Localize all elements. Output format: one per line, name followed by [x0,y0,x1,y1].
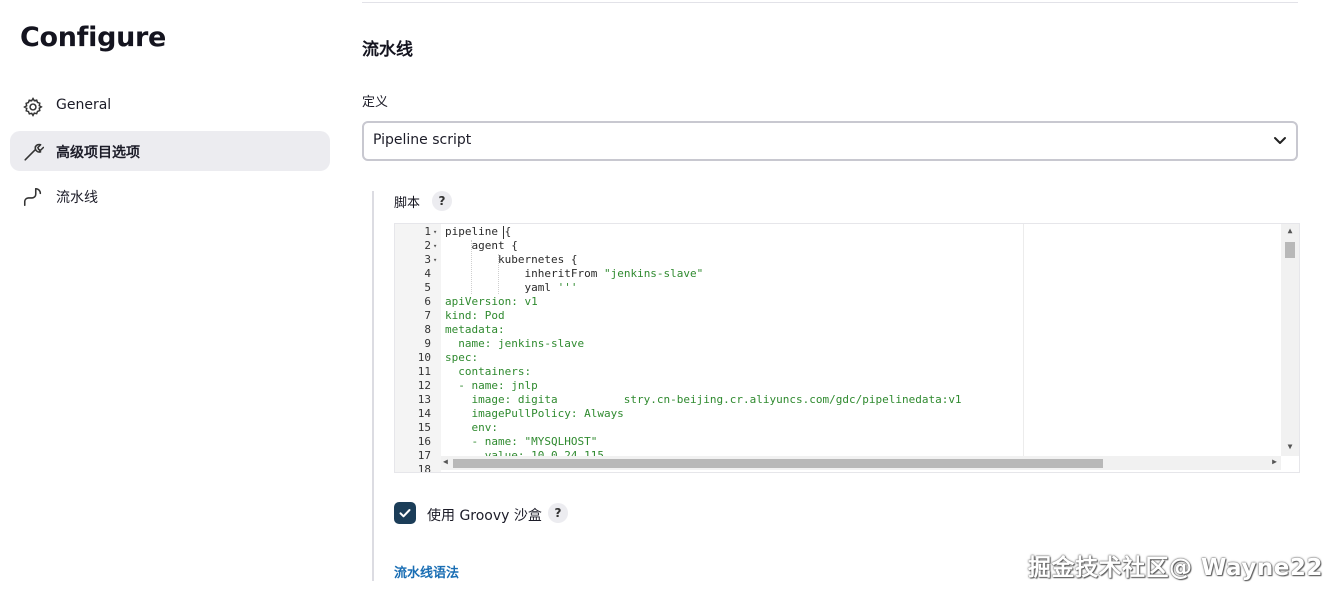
divider [362,2,1298,3]
line-number: 2 [424,239,431,252]
section-title: 流水线 [362,40,413,60]
code-text: containers: [445,365,532,378]
code-line: containers: [445,365,531,378]
vertical-scroll-thumb[interactable] [1285,242,1295,258]
code-text: kind: Pod [445,309,505,322]
code-line: kind: Pod [445,309,505,322]
code-editor[interactable]: 1 2 3 4 5 6 7 8 9 10 11 12 13 14 15 16 17 18 ▾ ▾ ▾ pipeline … [394,223,1300,473]
sidebar: Configure General 高级项目选项 流水线 [0,0,340,596]
line-number: 16 [417,435,431,448]
sidebar-item-advanced[interactable]: 高级项目选项 [10,131,330,171]
scroll-down-arrow-icon[interactable]: ▼ [1281,442,1299,451]
line-number: 7 [424,309,431,322]
code-line: - name: jnlp [445,379,538,392]
line-number: 5 [424,281,431,294]
code-text: imagePullPolicy: Always [445,407,624,420]
wrench-icon [24,143,44,161]
script-help-button[interactable]: ? [432,191,452,211]
code-line: inheritFrom "jenkins-slave" [445,267,703,280]
line-number: 10 [417,351,431,364]
gear-icon [23,97,43,117]
chevron-down-icon [1274,137,1286,144]
code-text: kubernetes { [445,253,578,266]
horizontal-scroll-thumb[interactable] [453,459,1103,468]
scroll-up-arrow-icon[interactable]: ▲ [1281,226,1299,235]
line-number: 8 [424,323,431,336]
page-title: Configure [20,22,167,53]
groovy-sandbox-checkbox[interactable] [394,502,416,524]
scroll-left-arrow-icon[interactable]: ◀ [443,457,448,466]
code-line: - name: "MYSQLHOST" [445,435,597,448]
scroll-right-arrow-icon[interactable]: ▶ [1272,457,1277,466]
line-number: 15 [417,421,431,434]
line-number: 9 [424,337,431,350]
fold-toggle-icon[interactable]: ▾ [433,242,437,250]
line-number-gutter: 1 2 3 4 5 6 7 8 9 10 11 12 13 14 15 16 17 18 ▾ ▾ ▾ [395,224,441,472]
definition-select-value: Pipeline script [373,132,472,148]
line-number: 3 [424,253,431,266]
code-text: pipeline { [445,225,512,238]
print-margin [1023,224,1024,456]
definition-select[interactable]: Pipeline script [362,121,1298,161]
vertical-scrollbar[interactable]: ▲ ▼ [1281,224,1299,456]
code-text: apiVersion: v1 [445,295,538,308]
sidebar-item-general[interactable]: General [10,86,330,126]
line-number: 11 [417,365,431,378]
line-number: 12 [417,379,431,392]
line-number: 17 [417,449,431,462]
code-area[interactable]: pipeline { agent { kubernetes { inheritF… [445,224,1281,464]
code-line: imagePullPolicy: Always [445,407,624,420]
code-text: - name: jnlp [445,379,538,392]
code-line: yaml ''' [445,281,577,294]
code-line: image: digita stry.cn-beijing.cr.aliyunc… [445,393,962,406]
code-text: image: digita stry.cn-beijing.cr.aliyunc… [445,393,962,406]
code-string: "jenkins-slave" [603,267,704,280]
section-indent-line [372,191,374,581]
sidebar-item-label: General [56,97,112,113]
watermark: 掘金技术社区@ Wayne22 [1028,555,1323,581]
code-string: ''' [557,281,578,294]
code-line: kubernetes { [445,253,577,266]
code-text: inheritFrom [445,267,604,280]
code-text: name: jenkins-slave [445,337,585,350]
groovy-sandbox-label: 使用 Groovy 沙盒 [427,508,542,524]
code-text: metadata: [445,323,505,336]
code-line: name: jenkins-slave [445,337,584,350]
code-text: spec: [445,351,479,364]
code-line: metadata: [445,323,505,336]
definition-label: 定义 [362,95,389,110]
code-line: pipeline { [445,225,511,238]
line-number: 6 [424,295,431,308]
sidebar-item-label: 流水线 [56,190,98,206]
fold-toggle-icon[interactable]: ▾ [433,256,437,264]
code-line: env: [445,421,498,434]
code-line: apiVersion: v1 [445,295,538,308]
line-number: 1 [424,225,431,238]
code-line: agent { [445,239,518,252]
fold-toggle-icon[interactable]: ▾ [433,228,437,236]
line-number: 18 [417,463,431,473]
code-text: - name: "MYSQLHOST" [445,435,598,448]
sandbox-help-button[interactable]: ? [548,503,568,523]
line-number: 14 [417,407,431,420]
code-line: spec: [445,351,478,364]
sidebar-item-label: 高级项目选项 [56,145,140,161]
script-label: 脚本 [394,196,421,211]
code-text: agent { [445,239,518,252]
code-text: env: [445,421,498,434]
code-text: yaml [445,281,558,294]
horizontal-scrollbar[interactable]: ◀ ▶ [441,456,1281,470]
sidebar-item-pipeline[interactable]: 流水线 [10,176,330,216]
line-number: 4 [424,267,431,280]
checkmark-icon [399,509,411,518]
line-number: 13 [417,393,431,406]
pipeline-syntax-link[interactable]: 流水线语法 [394,562,459,581]
pipeline-icon [23,187,42,207]
